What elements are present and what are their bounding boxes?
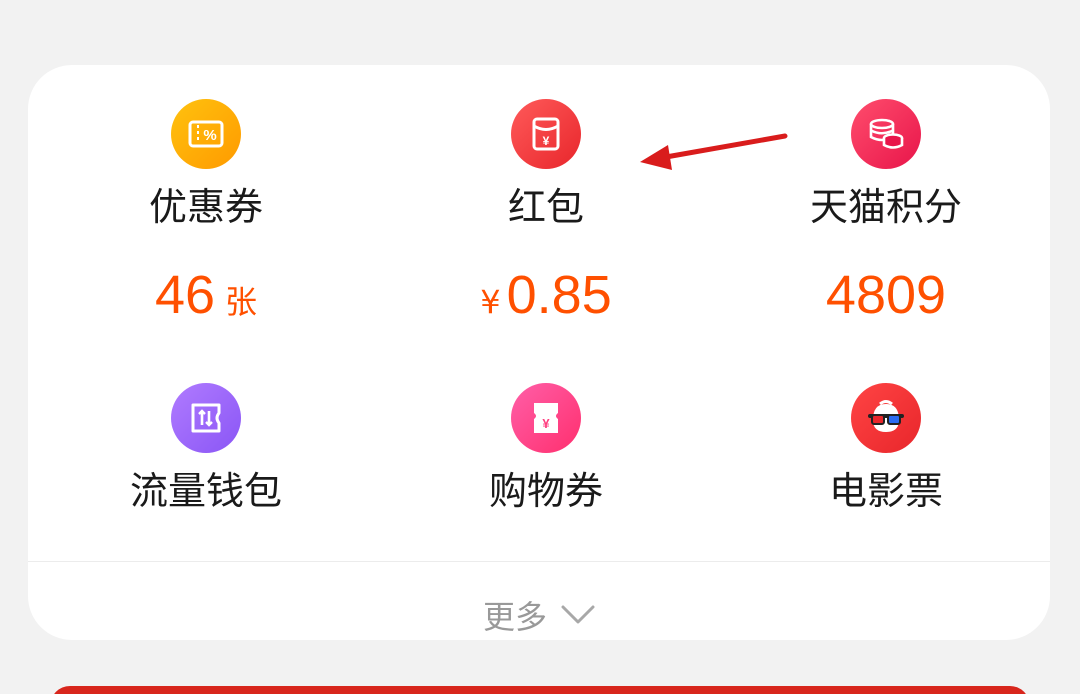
next-card-edge [50, 686, 1030, 694]
annotation-arrow-icon [640, 133, 788, 170]
page: % 优惠券 46 张 ¥ 红包 ¥ 0.85 天猫积分 4809 流量钱包 ¥ … [0, 0, 1080, 694]
